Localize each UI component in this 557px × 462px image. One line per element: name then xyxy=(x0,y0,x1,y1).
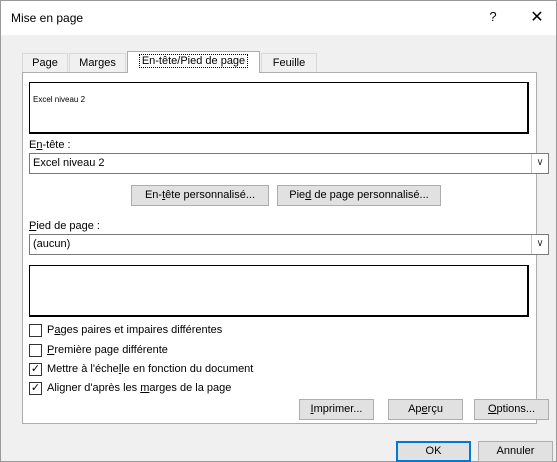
checkbox-box[interactable] xyxy=(29,344,42,357)
tab-sheet[interactable]: Feuille xyxy=(261,53,317,73)
header-preview: Excel niveau 2 xyxy=(29,82,529,134)
help-button[interactable]: ? xyxy=(486,9,500,24)
footer-preview xyxy=(29,265,529,317)
chevron-down-icon[interactable]: ∨ xyxy=(531,235,548,254)
footer-select-value: (aucun) xyxy=(33,238,71,250)
print-preview-button[interactable]: Aperçu xyxy=(388,399,463,420)
chevron-down-icon[interactable]: ∨ xyxy=(531,154,548,173)
print-button[interactable]: Imprimer... xyxy=(299,399,374,420)
title-bar: Mise en page ? ✕ xyxy=(1,1,556,35)
checkmark-icon[interactable]: ✓ xyxy=(29,363,42,376)
tab-page[interactable]: Page xyxy=(22,53,68,73)
footer-label: Pied de page : xyxy=(29,220,100,232)
header-label: En-tête : xyxy=(29,139,71,151)
ok-button[interactable]: OK xyxy=(396,441,471,462)
checkmark-icon[interactable]: ✓ xyxy=(29,382,42,395)
tab-header-footer[interactable]: En-tête/Pied de page xyxy=(127,51,260,73)
header-select-value: Excel niveau 2 xyxy=(33,157,105,169)
checkbox-box[interactable] xyxy=(29,324,42,337)
page-setup-dialog: Mise en page ? ✕ Page Marges En-tête/Pie… xyxy=(0,0,557,462)
options-button[interactable]: Options... xyxy=(474,399,549,420)
custom-footer-button[interactable]: Pied de page personnalisé... xyxy=(277,185,441,206)
cancel-button[interactable]: Annuler xyxy=(478,441,553,462)
footer-select[interactable]: (aucun) ∨ xyxy=(29,234,549,255)
header-preview-text: Excel niveau 2 xyxy=(33,95,86,104)
close-button[interactable]: ✕ xyxy=(528,7,546,27)
header-select[interactable]: Excel niveau 2 ∨ xyxy=(29,153,549,174)
dialog-title: Mise en page xyxy=(11,11,84,25)
tab-margins[interactable]: Marges xyxy=(69,53,126,73)
custom-header-button[interactable]: En-tête personnalisé... xyxy=(131,185,269,206)
